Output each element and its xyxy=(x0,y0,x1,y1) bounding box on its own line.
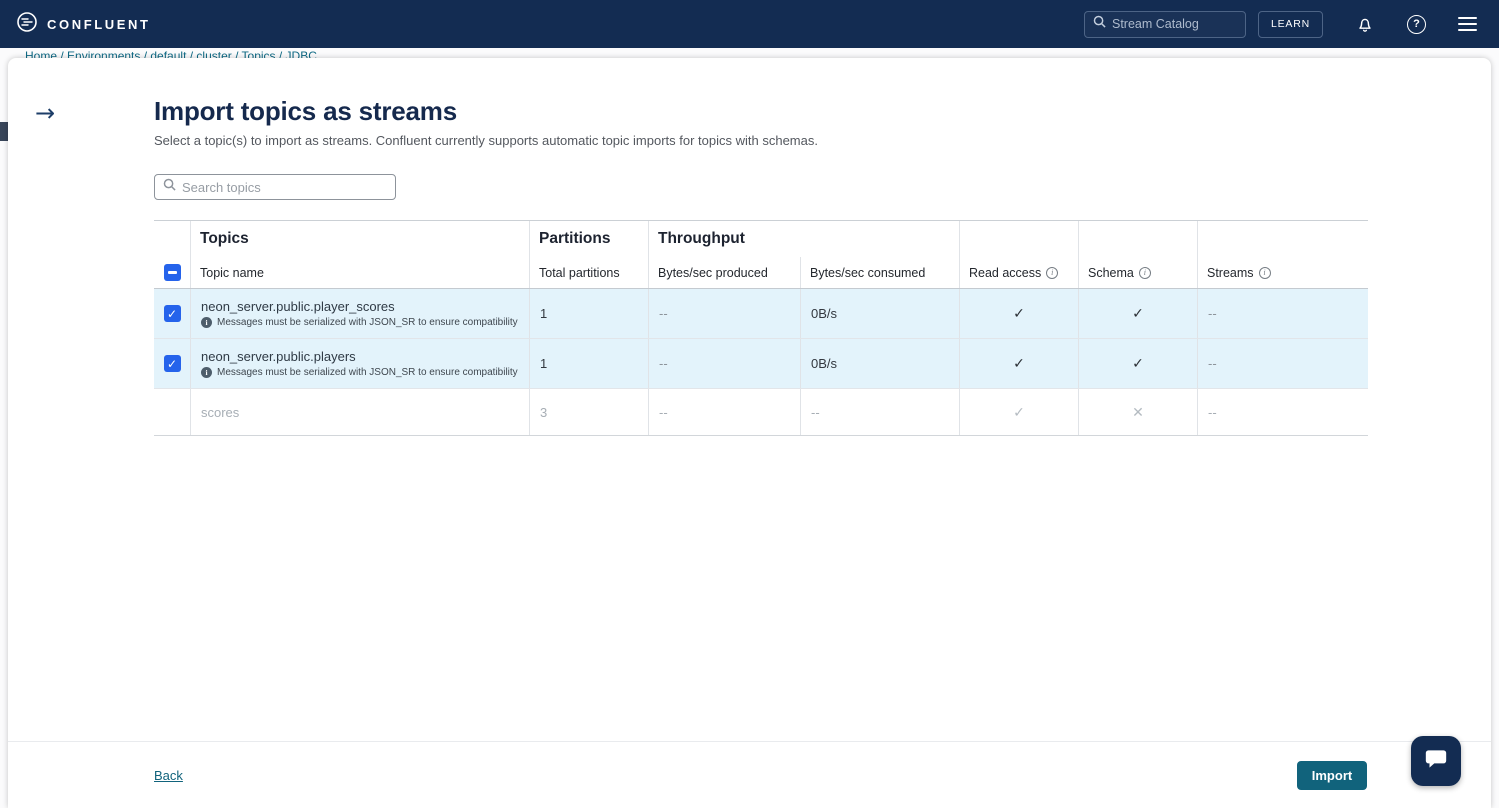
menu-hamburger-icon[interactable] xyxy=(1458,17,1477,31)
partitions-value: 3 xyxy=(529,389,648,435)
table-header: Topics Partitions Throughput Topic name … xyxy=(154,220,1368,289)
topic-note: Messages must be serialized with JSON_SR… xyxy=(201,367,518,378)
search-icon xyxy=(1093,15,1106,33)
info-icon[interactable] xyxy=(1139,267,1151,279)
confluent-logo-icon xyxy=(16,11,38,38)
group-header-topics: Topics xyxy=(190,221,529,257)
bytes-produced-value: -- xyxy=(648,389,800,435)
col-header-bytes-consumed: Bytes/sec consumed xyxy=(800,257,959,288)
streams-value: -- xyxy=(1197,389,1368,435)
search-topics-input[interactable] xyxy=(182,180,387,195)
header-spacer xyxy=(959,221,1078,257)
table-row: scores 3 -- -- ✓ ✕ -- xyxy=(154,389,1368,436)
chat-bubble-icon xyxy=(1423,746,1449,777)
notifications-bell-icon[interactable] xyxy=(1355,14,1375,34)
schema-check-icon: ✓ xyxy=(1132,355,1144,372)
info-icon xyxy=(201,367,212,378)
info-icon[interactable] xyxy=(1259,267,1271,279)
topics-table: Topics Partitions Throughput Topic name … xyxy=(154,220,1368,436)
page-title: Import topics as streams xyxy=(154,96,457,127)
stream-catalog-input[interactable] xyxy=(1112,17,1237,31)
info-icon[interactable] xyxy=(1046,267,1058,279)
back-link[interactable]: Back xyxy=(154,768,183,783)
col-header-schema: Schema xyxy=(1078,257,1197,288)
chat-launcher-button[interactable] xyxy=(1411,736,1461,786)
bytes-consumed-value: 0B/s xyxy=(800,289,959,338)
collapse-panel-arrow-icon[interactable]: → xyxy=(30,100,60,126)
schema-check-icon: ✓ xyxy=(1132,305,1144,322)
group-header-throughput: Throughput xyxy=(648,221,959,257)
bytes-produced-value: -- xyxy=(648,289,800,338)
confluent-brand[interactable]: CONFLUENT xyxy=(16,11,151,38)
read-access-check-icon: ✓ xyxy=(1013,305,1025,322)
topic-name: scores xyxy=(201,405,239,420)
import-button[interactable]: Import xyxy=(1297,761,1367,790)
streams-value: -- xyxy=(1197,289,1368,338)
schema-cross-icon: ✕ xyxy=(1132,404,1144,421)
learn-button[interactable]: LEARN xyxy=(1258,11,1323,38)
search-topics-field[interactable] xyxy=(154,174,396,200)
row-checkbox[interactable] xyxy=(164,305,181,322)
header-spacer xyxy=(154,221,190,257)
bytes-consumed-value: 0B/s xyxy=(800,339,959,388)
row-checkbox[interactable] xyxy=(164,355,181,372)
select-all-checkbox[interactable] xyxy=(164,264,181,281)
partitions-value: 1 xyxy=(529,289,648,338)
header-spacer xyxy=(1078,221,1197,257)
table-row[interactable]: neon_server.public.players Messages must… xyxy=(154,339,1368,389)
group-header-partitions: Partitions xyxy=(529,221,648,257)
panel-footer: Back Import xyxy=(8,741,1491,808)
header-spacer xyxy=(1197,221,1368,257)
import-topics-panel: → Import topics as streams Select a topi… xyxy=(8,58,1491,808)
bytes-produced-value: -- xyxy=(648,339,800,388)
stream-catalog-search[interactable] xyxy=(1084,11,1246,38)
col-header-total-partitions: Total partitions xyxy=(529,257,648,288)
col-header-topic-name: Topic name xyxy=(190,257,529,288)
streams-value: -- xyxy=(1197,339,1368,388)
read-access-check-icon: ✓ xyxy=(1013,355,1025,372)
top-navbar: CONFLUENT LEARN xyxy=(0,0,1499,48)
topic-note: Messages must be serialized with JSON_SR… xyxy=(201,317,518,328)
help-icon[interactable] xyxy=(1407,15,1426,34)
search-icon xyxy=(163,178,176,196)
col-header-streams: Streams xyxy=(1197,257,1368,288)
topic-name: neon_server.public.players xyxy=(201,349,356,364)
col-header-bytes-produced: Bytes/sec produced xyxy=(648,257,800,288)
col-header-read-access: Read access xyxy=(959,257,1078,288)
bytes-consumed-value: -- xyxy=(800,389,959,435)
topic-name: neon_server.public.player_scores xyxy=(201,299,395,314)
partitions-value: 1 xyxy=(529,339,648,388)
info-icon xyxy=(201,317,212,328)
read-access-check-icon: ✓ xyxy=(1013,404,1025,421)
brand-text: CONFLUENT xyxy=(47,17,151,32)
page-subtitle: Select a topic(s) to import as streams. … xyxy=(154,133,818,148)
table-row[interactable]: neon_server.public.player_scores Message… xyxy=(154,289,1368,339)
